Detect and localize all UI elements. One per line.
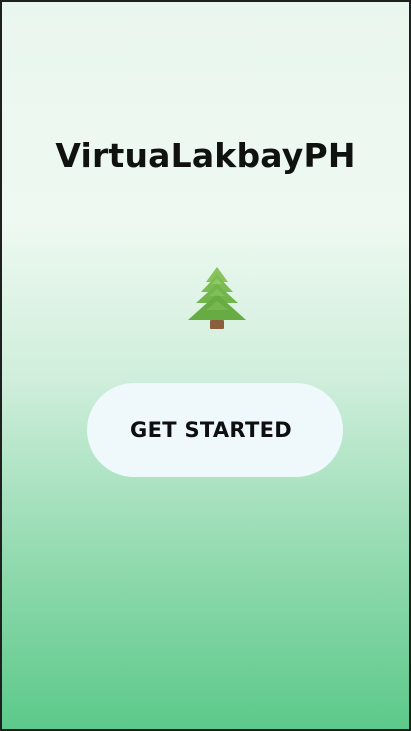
evergreen-tree-icon — [183, 265, 251, 333]
get-started-label: GET STARTED — [130, 418, 292, 442]
app-title: VirtuaLakbayPH — [55, 136, 356, 175]
get-started-button[interactable]: GET STARTED — [87, 383, 343, 477]
welcome-screen: VirtuaLakbayPH GET STARTED — [0, 0, 411, 731]
